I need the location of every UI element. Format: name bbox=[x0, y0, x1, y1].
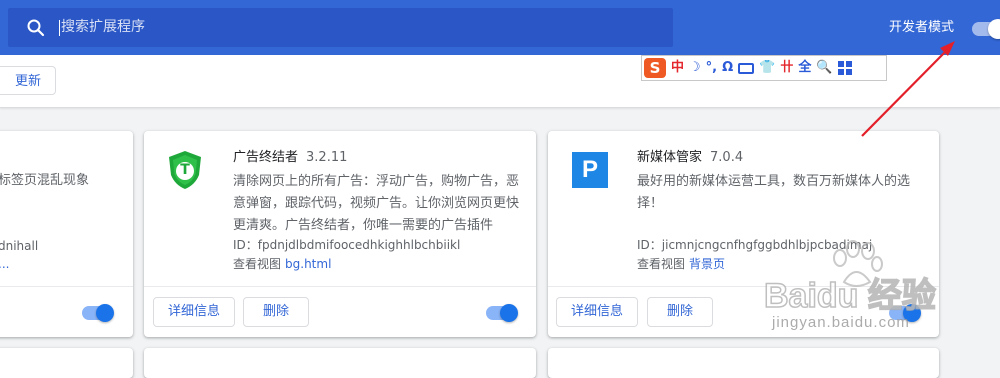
description-line: 意弹窗，跟踪代码，视频广告。让你浏览网页更快 bbox=[233, 196, 520, 211]
card-footer: 详细信息 删除 bbox=[548, 286, 939, 337]
inspect-views-label: 查看视图 bbox=[233, 257, 282, 271]
description-line: 最好用的新媒体运营工具，数百万新媒体人的选 bbox=[637, 174, 911, 189]
ime-skin-icon[interactable]: 👕 bbox=[759, 59, 775, 77]
extension-id: ID：jicmnjcngcnfhgfggbdhlbjpcbadimaj bbox=[637, 238, 873, 252]
ime-keyboard-icon[interactable] bbox=[738, 62, 755, 74]
description-line: 更清爽。广告终结者，你唯一需要的广告插件 bbox=[233, 218, 494, 233]
extension-version: 3.2.11 bbox=[306, 150, 348, 165]
extension-version: 7.0.4 bbox=[710, 150, 744, 165]
description-line: 择！ bbox=[637, 196, 664, 211]
extension-name-row: 新媒体管家 7.0.4 bbox=[637, 150, 743, 166]
details-button[interactable]: 详细信息 bbox=[556, 297, 638, 327]
update-button[interactable]: 更新 bbox=[0, 66, 56, 95]
extension-card-new-media: P 新媒体管家 7.0.4 最好用的新媒体运营工具，数百万新媒体人的选 择！ ID… bbox=[548, 131, 939, 337]
search-box[interactable]: 搜索扩展程序 bbox=[8, 8, 673, 47]
extension-card-partial-left: 标签页混乱现象 dnihall ... bbox=[0, 131, 133, 337]
extension-card-ad-terminator: T 广告终结者 3.2.11 清除网页上的所有广告：浮动广告，购物广告，恶 意弹窗… bbox=[144, 131, 536, 337]
inspect-views: 查看视图 bg.html bbox=[233, 256, 331, 272]
developer-mode-label: 开发者模式 bbox=[889, 20, 955, 35]
ime-halfwidth-icon[interactable]: ☽ bbox=[689, 59, 701, 77]
ime-toolbox-icon[interactable] bbox=[837, 61, 852, 75]
extension-description: 标签页混乱现象 bbox=[0, 173, 90, 188]
extension-card-row2-right bbox=[548, 348, 939, 378]
ime-crop-icon[interactable]: 卄 bbox=[780, 59, 793, 77]
extension-card-row2-middle bbox=[144, 348, 536, 378]
ime-fullwidth-icon[interactable]: 全 bbox=[798, 59, 811, 77]
toggle-knob bbox=[988, 19, 1000, 39]
inspect-views-link[interactable]: bg.html bbox=[285, 257, 331, 271]
extension-name: 新媒体管家 bbox=[637, 150, 703, 165]
extension-description: 清除网页上的所有广告：浮动广告，购物广告，恶 意弹窗，跟踪代码，视频广告。让你浏… bbox=[233, 171, 519, 237]
ime-punctuation-icon[interactable]: °, bbox=[706, 59, 717, 77]
inspect-views-link[interactable]: ... bbox=[0, 256, 9, 272]
ime-search-icon[interactable]: 🔍 bbox=[816, 59, 832, 77]
search-icon[interactable] bbox=[26, 18, 46, 38]
extension-id: ID：fpdnjdlbdmifoocedhkighhlbchbiikl bbox=[233, 238, 461, 252]
card-footer: 详细信息 删除 bbox=[144, 286, 536, 337]
card-footer bbox=[0, 286, 133, 337]
ime-chinese-mode-icon[interactable]: 中 bbox=[671, 59, 684, 77]
new-media-icon-letter: P bbox=[581, 156, 598, 183]
extension-name: 广告终结者 bbox=[233, 150, 299, 165]
toggle-knob bbox=[500, 304, 518, 322]
extension-enable-toggle[interactable] bbox=[486, 304, 518, 322]
toggle-knob bbox=[903, 304, 921, 322]
ad-terminator-icon-letter: T bbox=[180, 162, 190, 178]
description-line: 清除网页上的所有广告：浮动广告，购物广告，恶 bbox=[233, 174, 520, 189]
inspect-views: 查看视图 背景页 bbox=[637, 256, 725, 272]
inspect-views-label: 查看视图 bbox=[637, 257, 686, 271]
ime-logo-icon[interactable]: S bbox=[644, 58, 666, 78]
search-caret bbox=[59, 20, 60, 36]
extension-description: 最好用的新媒体运营工具，数百万新媒体人的选 择！ bbox=[637, 171, 910, 215]
extension-card-row2-left bbox=[0, 348, 133, 378]
developer-mode-toggle[interactable] bbox=[972, 19, 1000, 39]
remove-button[interactable]: 删除 bbox=[243, 297, 309, 327]
search-input[interactable]: 搜索扩展程序 bbox=[61, 18, 145, 36]
extension-enable-toggle[interactable] bbox=[889, 304, 921, 322]
header-bar: 搜索扩展程序 开发者模式 bbox=[0, 0, 1000, 55]
extension-enable-toggle[interactable] bbox=[82, 304, 114, 322]
details-button[interactable]: 详细信息 bbox=[153, 297, 235, 327]
ad-terminator-shield-icon: T bbox=[166, 149, 204, 191]
toggle-knob bbox=[96, 304, 114, 322]
remove-button[interactable]: 删除 bbox=[647, 297, 713, 327]
ime-symbol-icon[interactable]: Ω bbox=[722, 59, 733, 77]
new-media-logo-icon: P bbox=[572, 152, 608, 188]
extension-name-row: 广告终结者 3.2.11 bbox=[233, 150, 347, 166]
extension-id: dnihall bbox=[0, 239, 39, 253]
ime-toolbar[interactable]: S 中 ☽ °, Ω 👕 卄 全 🔍 bbox=[641, 55, 887, 81]
inspect-views-link[interactable]: 背景页 bbox=[689, 257, 725, 271]
